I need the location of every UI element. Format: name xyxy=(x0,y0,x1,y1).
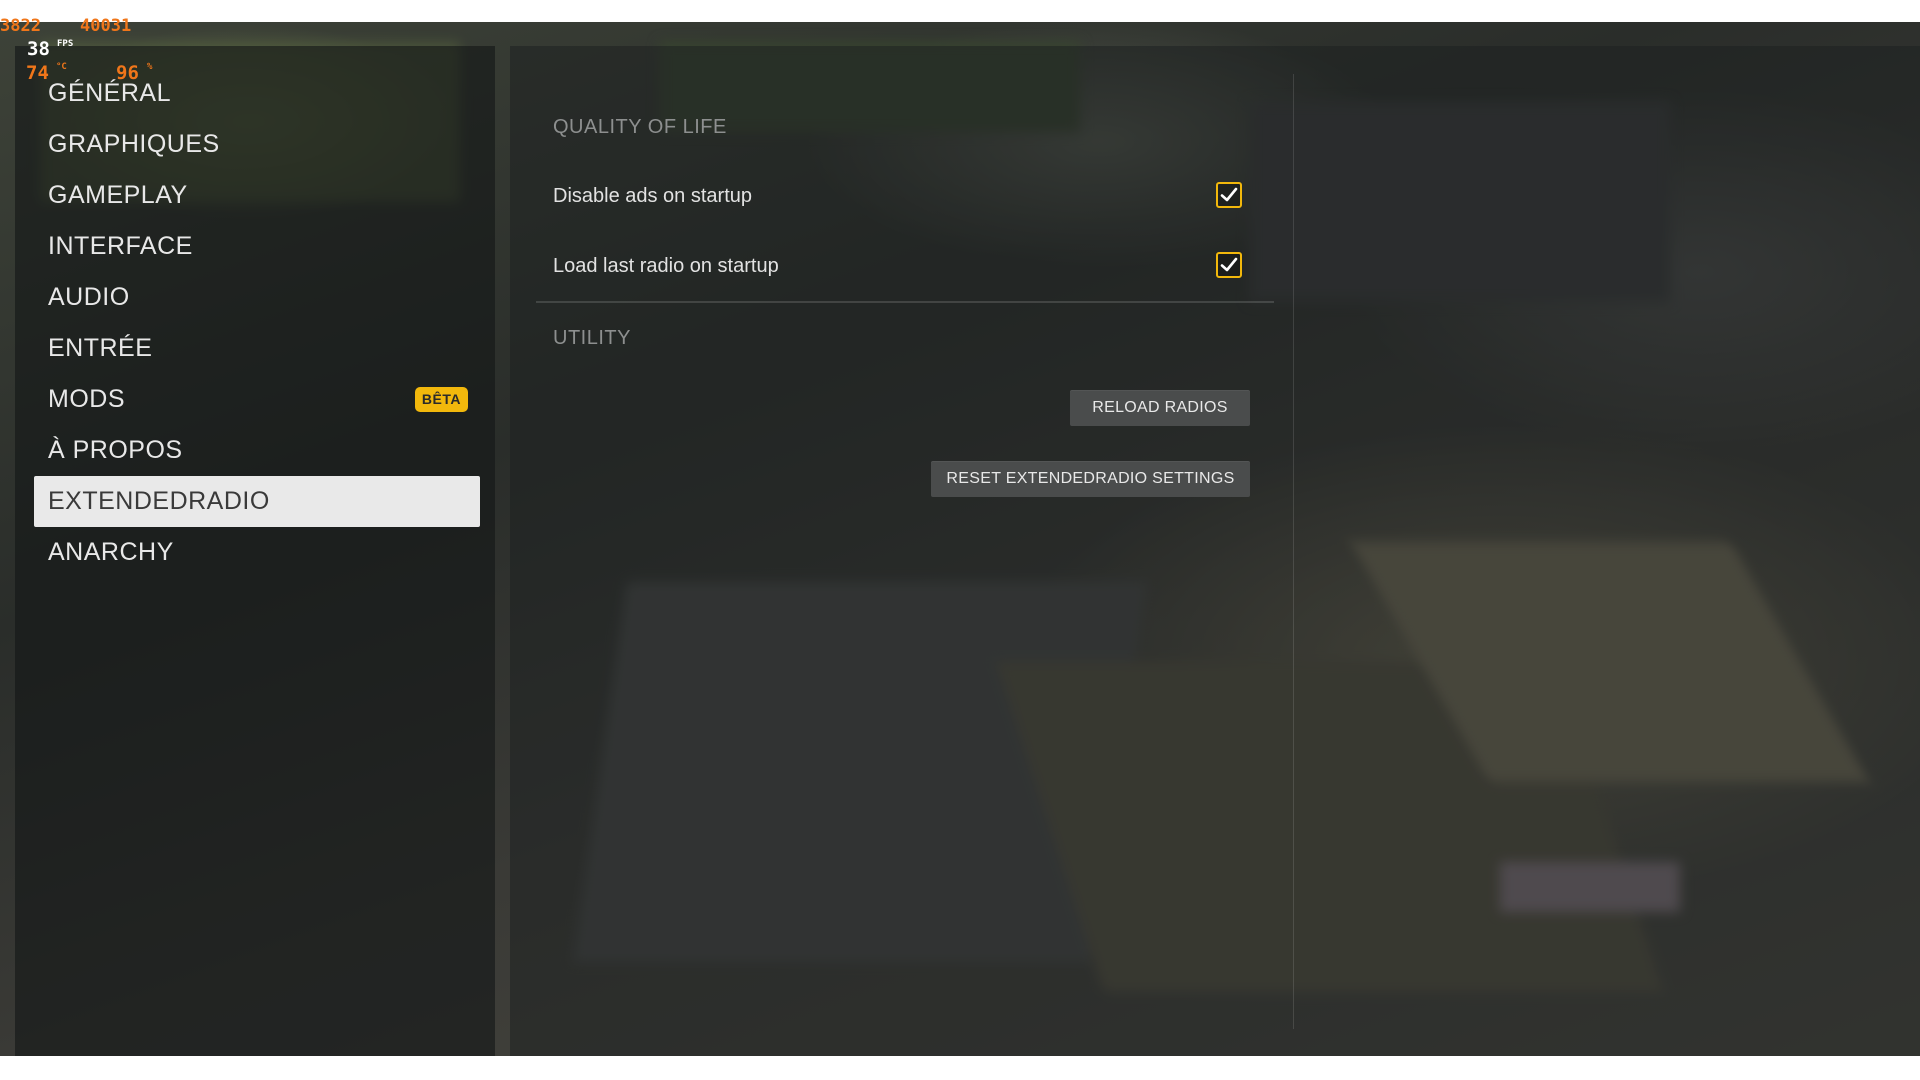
sidebar-item-interface[interactable]: INTERFACE xyxy=(34,221,480,272)
fps-value: 38 xyxy=(27,38,50,60)
section-title-utility: UTILITY xyxy=(553,327,631,349)
sidebar-item-label: MODS xyxy=(48,385,125,413)
sidebar-item-label: EXTENDEDRADIO xyxy=(48,487,270,515)
sidebar-item-label: GAMEPLAY xyxy=(48,181,188,209)
sidebar-item-label: AUDIO xyxy=(48,283,130,311)
section-divider xyxy=(536,301,1274,303)
sidebar-item-label: ANARCHY xyxy=(48,538,174,566)
section-title-quality-of-life: QUALITY OF LIFE xyxy=(553,116,727,138)
performance-overlay: 3822 40031 38 FPS 74 °C 96 % xyxy=(0,0,200,90)
sidebar-item-mods[interactable]: MODS BÊTA xyxy=(34,374,480,425)
sidebar-item-audio[interactable]: AUDIO xyxy=(34,272,480,323)
settings-content-panel: QUALITY OF LIFE Disable ads on startup L… xyxy=(510,46,1920,1056)
beta-badge: BÊTA xyxy=(414,387,468,412)
usage-value: 96 xyxy=(116,62,139,84)
reload-radios-button[interactable]: RELOAD RADIOS xyxy=(1070,390,1250,426)
sidebar-item-label: INTERFACE xyxy=(48,232,193,260)
setting-label-disable-ads: Disable ads on startup xyxy=(553,185,753,207)
settings-sidebar: GÉNÉRAL GRAPHIQUES GAMEPLAY INTERFACE AU… xyxy=(15,46,495,1056)
sidebar-item-label: À PROPOS xyxy=(48,436,183,464)
sidebar-item-extendedradio[interactable]: EXTENDEDRADIO xyxy=(34,476,480,527)
sidebar-item-about[interactable]: À PROPOS xyxy=(34,425,480,476)
disable-ads-checkbox[interactable] xyxy=(1216,182,1242,208)
fps-unit: FPS xyxy=(57,39,74,49)
sidebar-item-input[interactable]: ENTRÉE xyxy=(34,323,480,374)
sidebar-item-label: ENTRÉE xyxy=(48,334,153,362)
sidebar-item-graphics[interactable]: GRAPHIQUES xyxy=(34,119,480,170)
usage-unit: % xyxy=(147,62,153,72)
reset-extendedradio-settings-button[interactable]: RESET EXTENDEDRADIO SETTINGS xyxy=(931,461,1250,497)
checkmark-icon xyxy=(1220,187,1238,202)
overlay-stat-a: 3822 xyxy=(0,16,41,36)
temperature-unit: °C xyxy=(56,62,67,72)
sidebar-item-gameplay[interactable]: GAMEPLAY xyxy=(34,170,480,221)
sidebar-item-label: GRAPHIQUES xyxy=(48,130,220,158)
game-settings-screen: GÉNÉRAL GRAPHIQUES GAMEPLAY INTERFACE AU… xyxy=(0,22,1920,1056)
setting-label-load-last-radio: Load last radio on startup xyxy=(553,255,779,277)
column-divider xyxy=(1293,74,1294,1029)
overlay-stat-b: 40031 xyxy=(80,16,132,36)
sidebar-item-anarchy[interactable]: ANARCHY xyxy=(34,527,480,578)
load-last-radio-checkbox[interactable] xyxy=(1216,252,1242,278)
temperature-value: 74 xyxy=(26,62,49,84)
checkmark-icon xyxy=(1220,257,1238,272)
